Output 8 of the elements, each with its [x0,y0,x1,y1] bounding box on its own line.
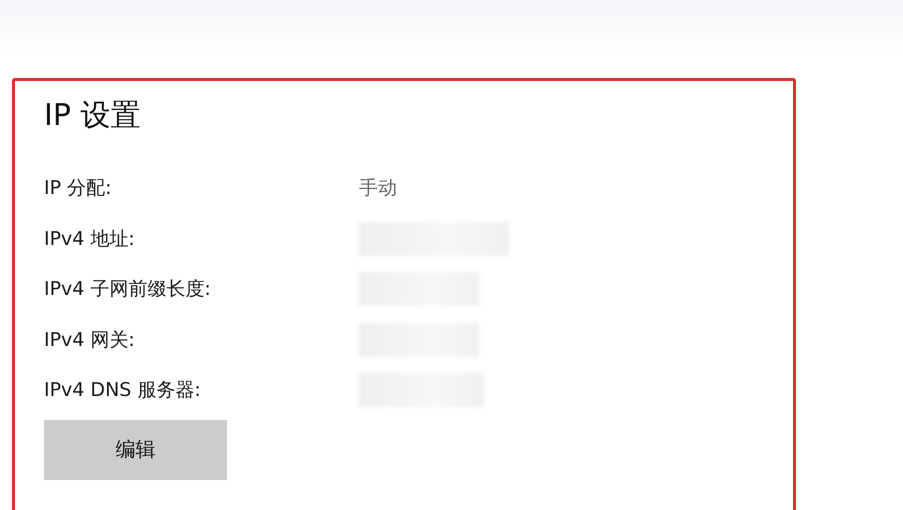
field-value: 手动 [359,176,397,202]
edit-button[interactable]: 编辑 [44,420,227,480]
field-label: IPv4 子网前缀长度: [44,277,212,302]
section-title: IP 设置 [44,97,142,135]
field-label: IPv4 DNS 服务器: [44,378,202,404]
field-label: IPv4 地址: [44,226,136,252]
field-label: IPv4 网关: [44,328,136,353]
field-label: IP 分配: [44,176,113,202]
